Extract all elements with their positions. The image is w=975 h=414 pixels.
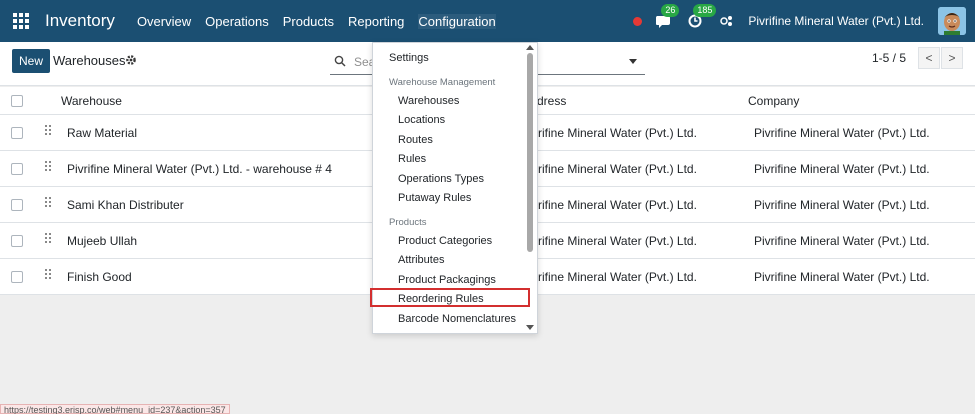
cell-company: Pivrifine Mineral Water (Pvt.) Ltd. <box>754 162 930 176</box>
cell-warehouse: Finish Good <box>67 270 132 284</box>
messages-badge: 26 <box>661 4 680 17</box>
menu-reporting[interactable]: Reporting <box>348 14 404 29</box>
menu-operations[interactable]: Operations <box>205 14 269 29</box>
drag-handle-icon[interactable] <box>45 233 53 245</box>
user-avatar[interactable] <box>938 7 966 35</box>
systray: 26 185 Pivrifine Mineral Water (Pvt.) Lt… <box>633 0 975 42</box>
cell-company: Pivrifine Mineral Water (Pvt.) Ltd. <box>754 198 930 212</box>
menu-overview[interactable]: Overview <box>137 14 191 29</box>
cell-address: vrifine Mineral Water (Pvt.) Ltd. <box>532 162 697 176</box>
menu-item-warehouses[interactable]: Warehouses <box>398 95 459 107</box>
section-products: Products <box>389 217 427 228</box>
menu-item-settings[interactable]: Settings <box>389 52 429 64</box>
menu-item-routes[interactable]: Routes <box>398 134 433 146</box>
cell-warehouse: Raw Material <box>67 126 138 140</box>
menu-item-attributes[interactable]: Attributes <box>398 254 444 266</box>
app-name[interactable]: Inventory <box>45 11 115 31</box>
dropdown-scrollbar[interactable] <box>527 53 533 252</box>
top-navbar: Inventory Overview Operations Products R… <box>0 0 975 42</box>
section-warehouse-management: Warehouse Management <box>389 77 496 88</box>
cell-company: Pivrifine Mineral Water (Pvt.) Ltd. <box>754 270 930 284</box>
company-switcher[interactable]: Pivrifine Mineral Water (Pvt.) Ltd. <box>748 14 924 28</box>
messages-icon[interactable]: 26 <box>652 4 680 31</box>
cell-address: vrifine Mineral Water (Pvt.) Ltd. <box>532 198 697 212</box>
cell-address: vrifine Mineral Water (Pvt.) Ltd. <box>532 270 697 284</box>
menu-item-barcode-nomenclatures[interactable]: Barcode Nomenclatures <box>398 313 516 325</box>
new-button[interactable]: New <box>12 49 50 73</box>
menu-item-rules[interactable]: Rules <box>398 153 426 165</box>
drag-handle-icon[interactable] <box>45 161 53 173</box>
menu-item-product-packagings[interactable]: Product Packagings <box>398 274 496 286</box>
activities-badge: 185 <box>693 4 717 17</box>
record-indicator-icon[interactable] <box>633 16 643 26</box>
highlight-box <box>370 288 530 307</box>
cell-warehouse: Sami Khan Distributer <box>67 198 184 212</box>
activities-icon[interactable]: 185 <box>684 4 717 31</box>
menu-item-locations[interactable]: Locations <box>398 114 445 126</box>
scroll-up-icon[interactable] <box>526 45 534 50</box>
column-warehouse[interactable]: Warehouse <box>61 94 122 108</box>
search-options-icon[interactable] <box>629 59 637 64</box>
drag-handle-icon[interactable] <box>45 269 53 281</box>
search-icon <box>334 55 346 67</box>
row-checkbox[interactable] <box>11 235 23 247</box>
menu-item-operations-types[interactable]: Operations Types <box>398 173 484 185</box>
page-title: Warehouses <box>53 53 126 68</box>
pager-previous-button[interactable]: < <box>918 47 940 69</box>
row-checkbox[interactable] <box>11 163 23 175</box>
select-all-checkbox[interactable] <box>11 95 23 107</box>
cell-address: vrifine Mineral Water (Pvt.) Ltd. <box>532 234 697 248</box>
scroll-down-icon[interactable] <box>526 325 534 330</box>
menu-configuration[interactable]: Configuration <box>418 13 496 29</box>
gear-icon[interactable] <box>125 54 137 66</box>
cell-warehouse: Mujeeb Ullah <box>67 234 138 248</box>
row-checkbox[interactable] <box>11 127 23 139</box>
cell-warehouse: Pivrifine Mineral Water (Pvt.) Ltd. - wa… <box>67 162 332 176</box>
drag-handle-icon[interactable] <box>45 197 53 209</box>
pager-value[interactable]: 1-5 / 5 <box>872 51 906 65</box>
row-checkbox[interactable] <box>11 271 23 283</box>
status-bar-url: https://testing3.erisp.co/web#menu_id=23… <box>0 404 230 414</box>
switch-company-icon[interactable] <box>716 11 738 31</box>
cell-address: vrifine Mineral Water (Pvt.) Ltd. <box>532 126 697 140</box>
column-company[interactable]: Company <box>748 94 799 108</box>
column-address[interactable]: dress <box>537 94 566 108</box>
cell-company: Pivrifine Mineral Water (Pvt.) Ltd. <box>754 234 930 248</box>
drag-handle-icon[interactable] <box>45 125 53 137</box>
cell-company: Pivrifine Mineral Water (Pvt.) Ltd. <box>754 126 930 140</box>
menu-item-putaway-rules[interactable]: Putaway Rules <box>398 192 471 204</box>
menu-products[interactable]: Products <box>283 14 334 29</box>
apps-menu-icon[interactable] <box>3 0 39 42</box>
row-checkbox[interactable] <box>11 199 23 211</box>
menu-item-product-categories[interactable]: Product Categories <box>398 235 492 247</box>
pager-next-button[interactable]: > <box>941 47 963 69</box>
